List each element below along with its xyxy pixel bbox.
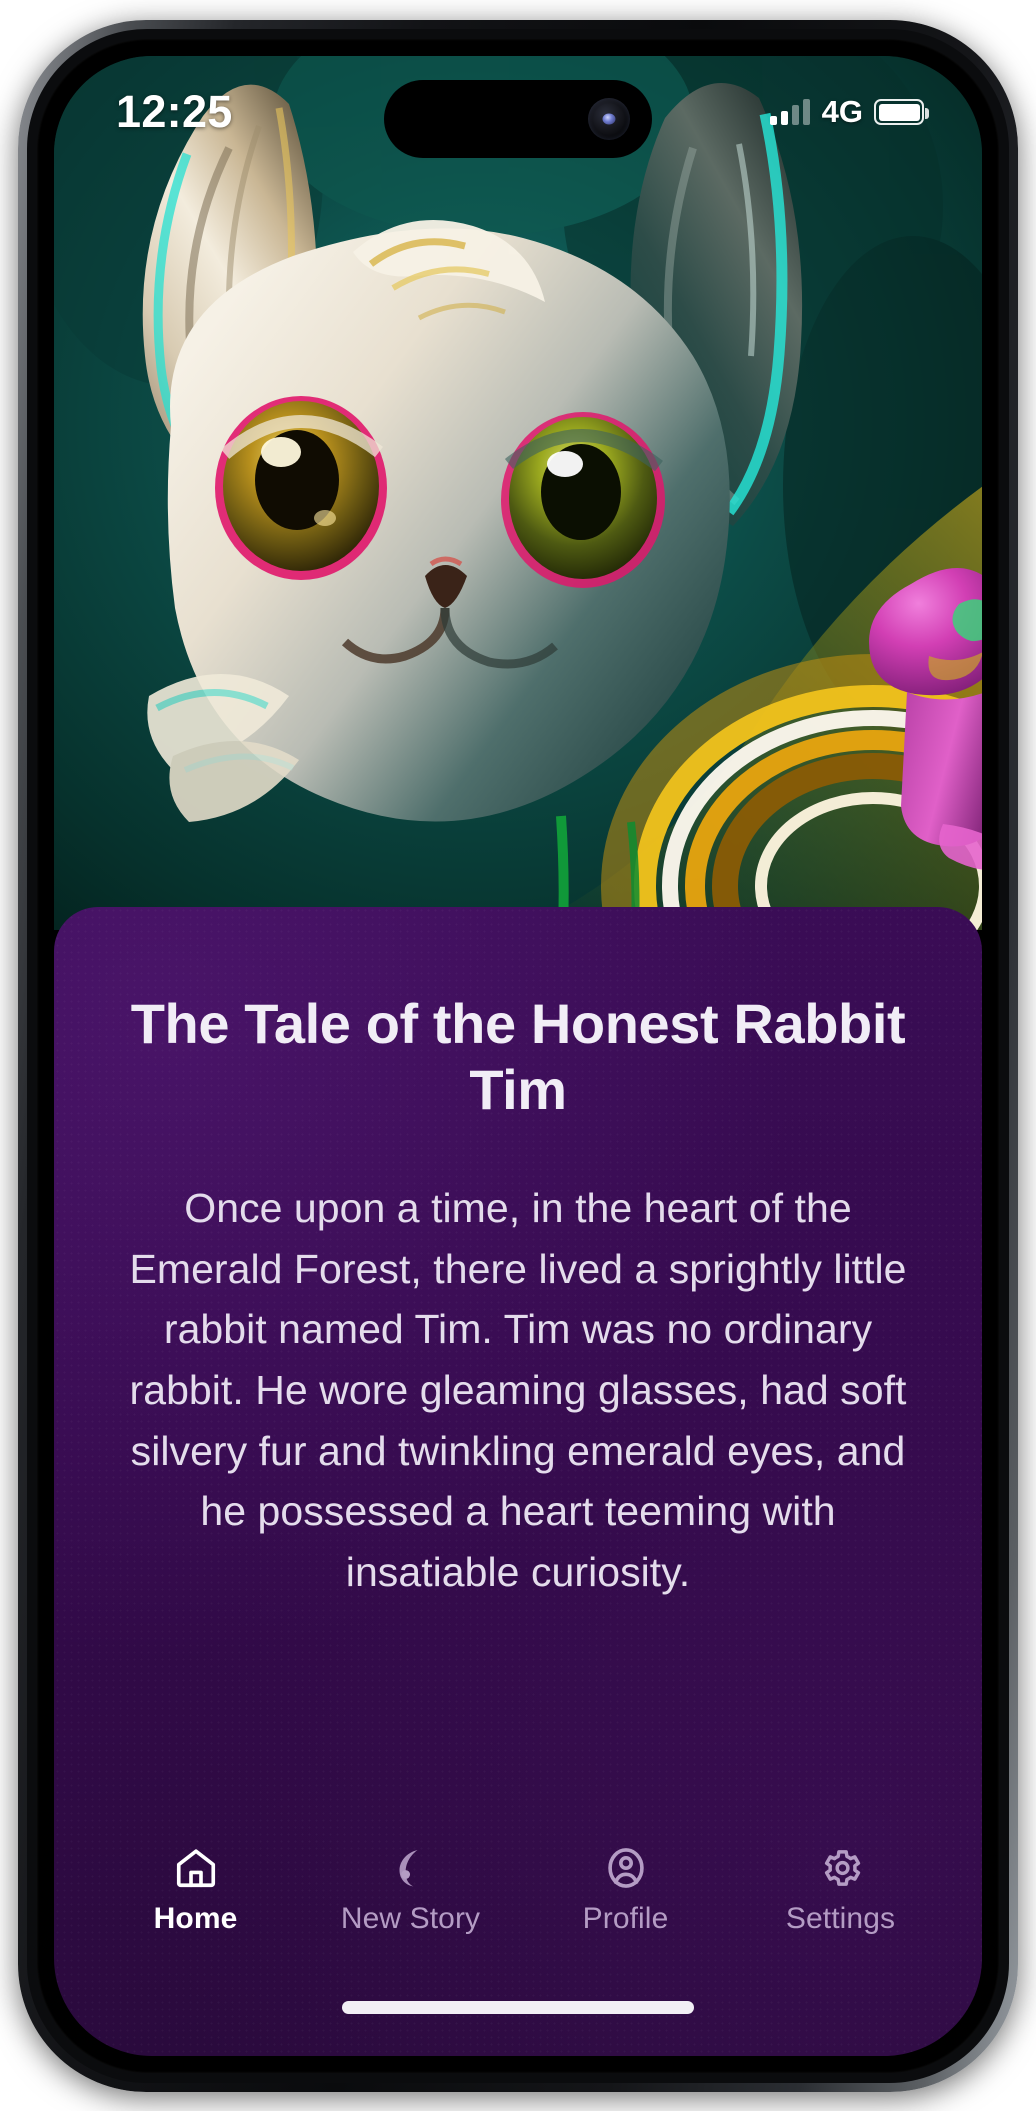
phone-midframe: 12:25 4G The Tale of the Honest Rabbit T… bbox=[27, 29, 1009, 2083]
home-icon bbox=[176, 1849, 215, 1888]
bottom-tab-bar: Home New Story Profile Settings bbox=[54, 1845, 982, 1936]
home-indicator[interactable] bbox=[342, 2001, 694, 2014]
phone-screen: 12:25 4G The Tale of the Honest Rabbit T… bbox=[54, 56, 982, 2056]
front-camera-icon bbox=[588, 98, 630, 140]
screenshot-stage: 12:25 4G The Tale of the Honest Rabbit T… bbox=[0, 0, 1036, 2111]
person-icon bbox=[607, 1848, 644, 1888]
tab-profile[interactable]: Profile bbox=[518, 1845, 733, 1936]
phone-bezel: 12:25 4G The Tale of the Honest Rabbit T… bbox=[37, 39, 999, 2073]
story-body-text: Once upon a time, in the heart of the Em… bbox=[129, 1185, 907, 1596]
tab-home[interactable]: Home bbox=[88, 1845, 303, 1936]
tab-profile-label: Profile bbox=[582, 1902, 669, 1935]
phone-frame: 12:25 4G The Tale of the Honest Rabbit T… bbox=[18, 20, 1018, 2092]
story-hero-image[interactable] bbox=[54, 56, 982, 930]
moon-icon bbox=[399, 1849, 418, 1887]
tab-settings[interactable]: Settings bbox=[733, 1845, 948, 1936]
gear-icon bbox=[824, 1850, 860, 1886]
tab-new-story-label: New Story bbox=[340, 1902, 481, 1935]
dynamic-island bbox=[384, 80, 652, 158]
tab-new-story[interactable]: New Story bbox=[303, 1845, 518, 1936]
tab-settings-label: Settings bbox=[785, 1902, 896, 1935]
tab-home-label: Home bbox=[153, 1902, 238, 1935]
story-title: The Tale of the Honest Rabbit Tim bbox=[130, 992, 906, 1121]
